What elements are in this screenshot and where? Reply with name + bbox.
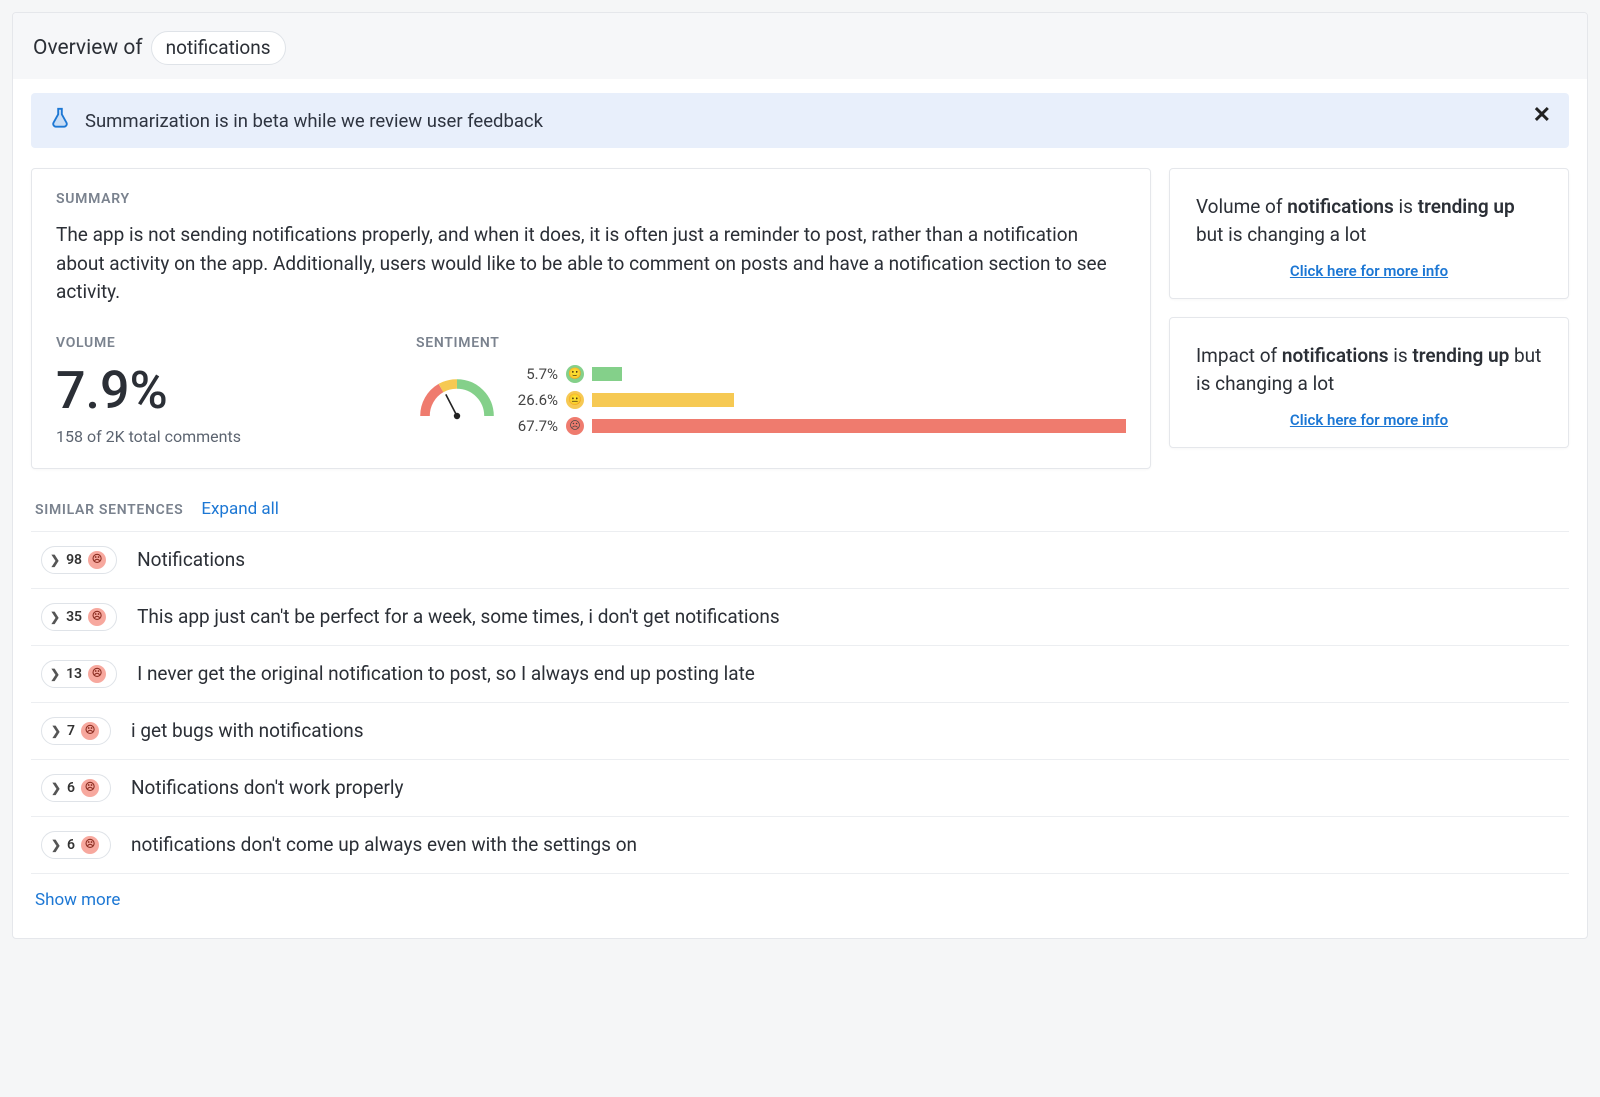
trend-volume-text: Volume of notifications is trending up b… <box>1196 193 1542 248</box>
sentiment-gauge-icon <box>416 372 498 428</box>
trend-volume-link[interactable]: Click here for more info <box>1196 262 1542 280</box>
sentiment-positive-bar <box>592 367 622 381</box>
sentence-row: ❯ 98 ☹ Notifications <box>31 532 1569 589</box>
sentence-count-chip[interactable]: ❯ 98 ☹ <box>41 546 117 574</box>
summary-text: The app is not sending notifications pro… <box>56 221 1126 307</box>
sad-face-icon: ☹ <box>81 779 99 797</box>
sentence-count: 35 <box>66 609 82 625</box>
sentence-text: I never get the original notification to… <box>137 662 755 685</box>
sentence-text: notifications don't come up always even … <box>131 833 637 856</box>
chevron-right-icon: ❯ <box>51 838 61 852</box>
sentence-row: ❯ 35 ☹ This app just can't be perfect for a… <box>31 589 1569 646</box>
sentence-text: Notifications don't work properly <box>131 776 404 799</box>
sentiment-neutral-bar <box>592 393 734 407</box>
topic-chip[interactable]: notifications <box>151 31 286 65</box>
chevron-right-icon: ❯ <box>50 553 60 567</box>
sentiment-neutral-row: 26.6% 😐 <box>512 391 1126 409</box>
sad-face-icon: ☹ <box>88 551 106 569</box>
sad-face-icon: ☹ <box>81 836 99 854</box>
sentence-text: Notifications <box>137 548 245 571</box>
neutral-face-icon: 😐 <box>566 391 584 409</box>
happy-face-icon: 🙂 <box>566 365 584 383</box>
sentence-text: i get bugs with notifications <box>131 719 364 742</box>
close-icon[interactable]: ✕ <box>1533 105 1551 127</box>
show-more-link[interactable]: Show more <box>35 890 120 910</box>
overview-card: Overview of notifications Summarization … <box>12 12 1588 939</box>
expand-all-link[interactable]: Expand all <box>201 499 279 519</box>
similar-label: SIMILAR SENTENCES <box>35 502 183 518</box>
volume-metric: VOLUME 7.9% 158 of 2K total comments <box>56 335 376 446</box>
similar-header: SIMILAR SENTENCES Expand all <box>35 499 1565 519</box>
sentence-count-chip[interactable]: ❯ 35 ☹ <box>41 603 117 631</box>
trend-impact-panel: Impact of notifications is trending up b… <box>1169 317 1569 448</box>
sentence-row: ❯ 7 ☹ i get bugs with notifications <box>31 703 1569 760</box>
sentiment-metric: SENTIMENT <box>416 335 1126 446</box>
sad-face-icon: ☹ <box>88 608 106 626</box>
sentence-count: 98 <box>66 552 82 568</box>
volume-value: 7.9% <box>56 365 376 417</box>
volume-label: VOLUME <box>56 335 376 351</box>
sad-face-icon: ☹ <box>88 665 106 683</box>
chevron-right-icon: ❯ <box>51 724 61 738</box>
sentiment-negative-bar <box>592 419 1126 433</box>
sentence-row: ❯ 6 ☹ Notifications don't work properly <box>31 760 1569 817</box>
sentence-count: 13 <box>66 666 82 682</box>
chevron-right-icon: ❯ <box>50 667 60 681</box>
sad-face-icon: ☹ <box>81 722 99 740</box>
sad-face-icon: ☹ <box>566 417 584 435</box>
header: Overview of notifications <box>13 13 1587 79</box>
sentence-row: ❯ 13 ☹ I never get the original notificatio… <box>31 646 1569 703</box>
sentiment-bars: 5.7% 🙂 26.6% 😐 67.7% <box>512 365 1126 435</box>
summary-panel: SUMMARY The app is not sending notificat… <box>31 168 1151 469</box>
sentence-list: ❯ 98 ☹ Notifications ❯ 35 ☹ This app just can't… <box>31 531 1569 874</box>
sentiment-positive-pct: 5.7% <box>512 365 558 383</box>
flask-icon <box>49 107 71 134</box>
trend-impact-link[interactable]: Click here for more info <box>1196 411 1542 429</box>
sentiment-negative-pct: 67.7% <box>512 417 558 435</box>
chevron-right-icon: ❯ <box>50 610 60 624</box>
sentiment-positive-row: 5.7% 🙂 <box>512 365 1126 383</box>
sentence-count: 6 <box>67 837 75 853</box>
sentiment-label: SENTIMENT <box>416 335 1126 351</box>
trend-impact-text: Impact of notifications is trending up b… <box>1196 342 1542 397</box>
header-prefix: Overview of <box>33 36 143 60</box>
summary-label: SUMMARY <box>56 191 1126 207</box>
chevron-right-icon: ❯ <box>51 781 61 795</box>
sentence-count-chip[interactable]: ❯ 6 ☹ <box>41 831 111 859</box>
sentiment-negative-row: 67.7% ☹ <box>512 417 1126 435</box>
sentence-row: ❯ 6 ☹ notifications don't come up always ev… <box>31 817 1569 874</box>
sentence-count: 6 <box>67 780 75 796</box>
sentence-count: 7 <box>67 723 75 739</box>
sentence-count-chip[interactable]: ❯ 13 ☹ <box>41 660 117 688</box>
sentence-count-chip[interactable]: ❯ 6 ☹ <box>41 774 111 802</box>
sentence-text: This app just can't be perfect for a wee… <box>137 605 780 628</box>
beta-alert-text: Summarization is in beta while we review… <box>85 110 543 132</box>
beta-alert: Summarization is in beta while we review… <box>31 93 1569 148</box>
sentence-count-chip[interactable]: ❯ 7 ☹ <box>41 717 111 745</box>
volume-caption: 158 of 2K total comments <box>56 427 376 446</box>
trend-volume-panel: Volume of notifications is trending up b… <box>1169 168 1569 299</box>
sentiment-neutral-pct: 26.6% <box>512 391 558 409</box>
